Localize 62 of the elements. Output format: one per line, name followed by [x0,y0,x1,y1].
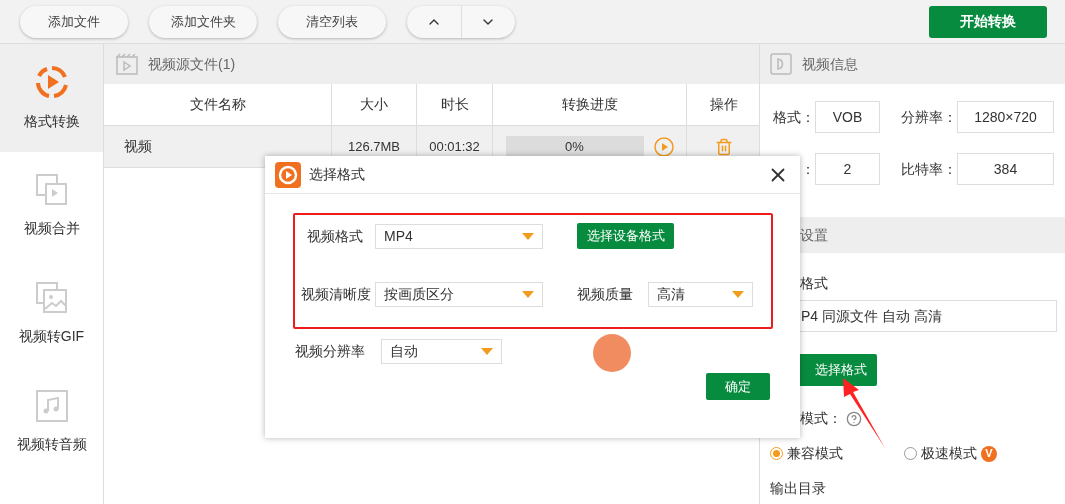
panel-title: 视频信息 [802,54,858,74]
mode-radio[interactable]: 兼容模式 [770,443,843,464]
field-label: 视频质量 [577,285,634,304]
music-note-icon [35,389,68,422]
convert-play-icon [34,64,69,99]
toolbar-button[interactable]: 添加文件夹 [149,5,257,38]
merge-video-icon [35,173,68,206]
play-circle-icon[interactable] [653,136,674,157]
dropdown-caret-icon [522,232,534,240]
help-icon[interactable] [846,410,862,427]
toolbar-button[interactable]: 添加文件 [20,5,128,38]
column-header: 文件名称 [104,84,332,125]
column-header: 转换进度 [493,84,687,125]
column-header: 操作 [708,95,739,114]
dropdown-field[interactable]: 按画质区分 [375,282,543,307]
mode-label: 兼容模式 [787,444,843,463]
info-value-field: 2 [815,153,880,185]
format-label: 格式 [799,274,829,293]
mode-radio[interactable]: 极速模式 V [904,443,997,464]
info-label: 格式： [773,107,815,127]
output-label: 输出目录 [770,479,827,498]
panel-title: 视频源文件(1) [148,54,236,74]
sidebar-label: 视频转GIF [18,326,85,346]
dropdown-field[interactable]: 自动 [381,339,502,364]
confirm-button[interactable]: 确定 [706,373,770,400]
dialog-title: 选择格式 [309,165,365,184]
field-label: 视频清晰度 [300,285,372,304]
sidebar-label: 视频合并 [23,218,80,238]
film-icon [116,53,138,75]
dropdown-field[interactable]: 高清 [648,282,753,307]
vip-badge: V [981,445,997,462]
dropdown-caret-icon [522,291,534,298]
info-value-field: 1280×720 [957,101,1054,133]
field-label: 视频格式 [306,226,364,246]
dropdown-caret-icon [481,348,493,355]
field-label: 视频分辨率 [295,342,366,361]
mode-label: 模式： [800,409,842,428]
progress-text: 0% [565,137,584,156]
file-duration: 00:01:32 [429,137,480,156]
info-value-field: VOB [815,101,880,133]
device-format-button[interactable]: 选择设备格式 [577,223,674,249]
image-icon [35,281,68,314]
dropdown-field[interactable]: MP4 [375,223,543,249]
sidebar-label: 格式转换 [23,111,80,131]
toolbar-button[interactable]: 清空列表 [278,5,386,38]
column-header: 大小 [332,84,417,125]
sidebar-label: 视频转音频 [16,434,87,454]
mode-label: 极速模式 [921,444,977,463]
info-label: ： [801,159,815,179]
panel-title: 设置 [800,225,828,245]
app-logo-icon [275,161,301,188]
sidebar-item[interactable]: 格式转换 [0,44,103,152]
trash-icon[interactable] [714,137,733,156]
start-convert-button[interactable]: 开始转换 [929,5,1047,38]
file-size: 126.7MB [347,137,400,156]
file-name: 视频 [124,137,152,156]
info-label: 分辨率： [901,107,957,127]
info-label: 比特率： [901,159,957,179]
column-header: 时长 [417,84,493,125]
info-value-field: 384 [957,153,1054,185]
play-square-icon [770,53,792,75]
dropdown-caret-icon [732,291,744,298]
